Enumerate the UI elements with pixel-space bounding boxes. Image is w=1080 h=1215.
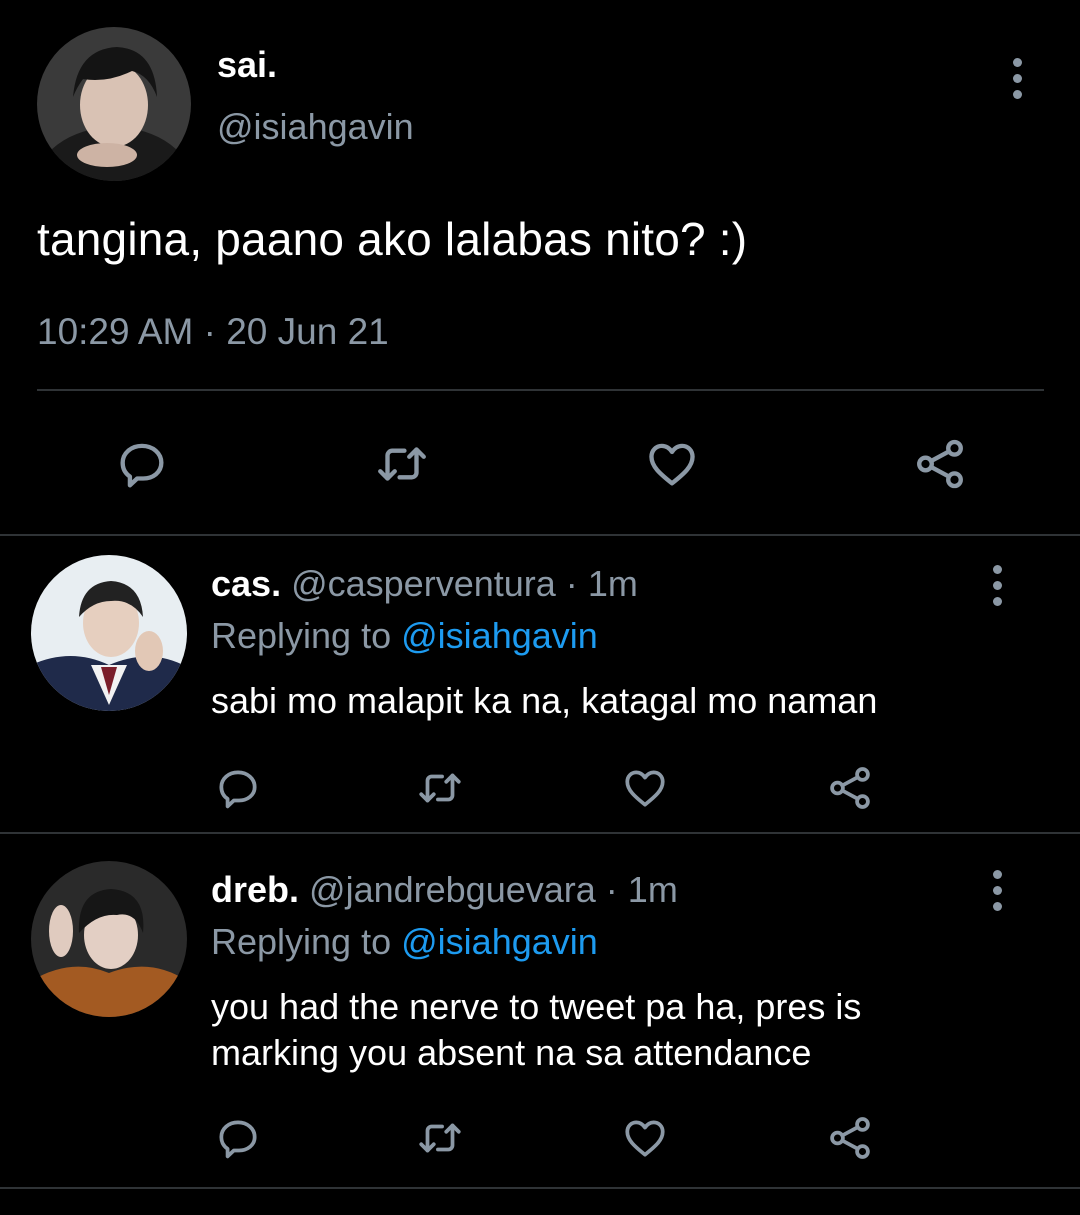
like-button[interactable] [617,1110,673,1166]
divider [37,389,1044,391]
reply-author-name[interactable]: cas. [211,563,281,604]
share-icon [830,1117,870,1159]
reply-text: sabi mo malapit ka na, katagal mo naman [211,678,877,724]
like-button[interactable] [640,432,704,496]
share-button[interactable] [908,432,972,496]
reply-author-name[interactable]: dreb. [211,869,299,910]
reply-icon [219,1120,257,1159]
reply-author-handle[interactable]: @casperventura [291,563,556,604]
more-options-icon[interactable] [989,565,1005,606]
reply-age: 1m [587,563,638,604]
main-tweet-timestamp: 10:29 AM · 20 Jun 21 [37,311,389,353]
main-author-avatar[interactable] [37,27,191,181]
reply-author-handle[interactable]: @jandrebguevara [309,869,596,910]
share-icon [917,439,963,489]
main-tweet-text: tangina, paano ako lalabas nito? :) [37,213,748,265]
like-icon [625,770,665,807]
separator: · [565,563,578,604]
share-icon [830,767,870,809]
reply-text-line: sabi mo malapit ka na, katagal mo naman [211,680,878,721]
main-author-handle[interactable]: @isiahgavin [217,106,414,148]
share-button[interactable] [822,760,878,816]
like-button[interactable] [617,760,673,816]
separator: · [203,311,216,352]
tweet-time: 10:29 AM [37,311,194,352]
divider [0,534,1080,536]
replying-to: Replying to @isiahgavin [211,921,598,963]
tweet-date: 20 Jun 21 [226,311,389,352]
retweet-button[interactable] [370,432,434,496]
like-icon [625,1120,665,1157]
retweet-icon [419,773,461,803]
reply-age: 1m [627,869,678,910]
divider [0,1187,1080,1189]
reply-text-line: you had the nerve to tweet pa ha, pres i… [211,986,862,1027]
reply-button[interactable] [210,760,266,816]
reply-header: cas. @casperventura · 1m [211,563,638,605]
reply-button[interactable] [210,1110,266,1166]
retweet-icon [378,447,426,481]
replying-prefix: Replying to [211,615,392,656]
retweet-icon [419,1123,461,1153]
share-button[interactable] [822,1110,878,1166]
more-options-icon[interactable] [1009,58,1025,99]
more-options-icon[interactable] [989,870,1005,911]
reply-header: dreb. @jandrebguevara · 1m [211,869,678,911]
reply-icon [219,770,257,809]
replying-mention[interactable]: @isiahgavin [401,921,598,962]
reply-icon [120,443,164,488]
replying-to: Replying to @isiahgavin [211,615,598,657]
retweet-button[interactable] [412,760,468,816]
reply-text: you had the nerve to tweet pa ha, pres i… [211,984,861,1076]
reply-author-avatar[interactable] [31,861,187,1017]
reply-author-avatar[interactable] [31,555,187,711]
reply-text-line: marking you absent na sa attendance [211,1032,812,1073]
separator: · [605,869,618,910]
divider [0,832,1080,834]
like-icon [649,443,695,486]
reply-button[interactable] [110,432,174,496]
retweet-button[interactable] [412,1110,468,1166]
main-author-name[interactable]: sai. [217,44,277,86]
replying-prefix: Replying to [211,921,392,962]
replying-mention[interactable]: @isiahgavin [401,615,598,656]
